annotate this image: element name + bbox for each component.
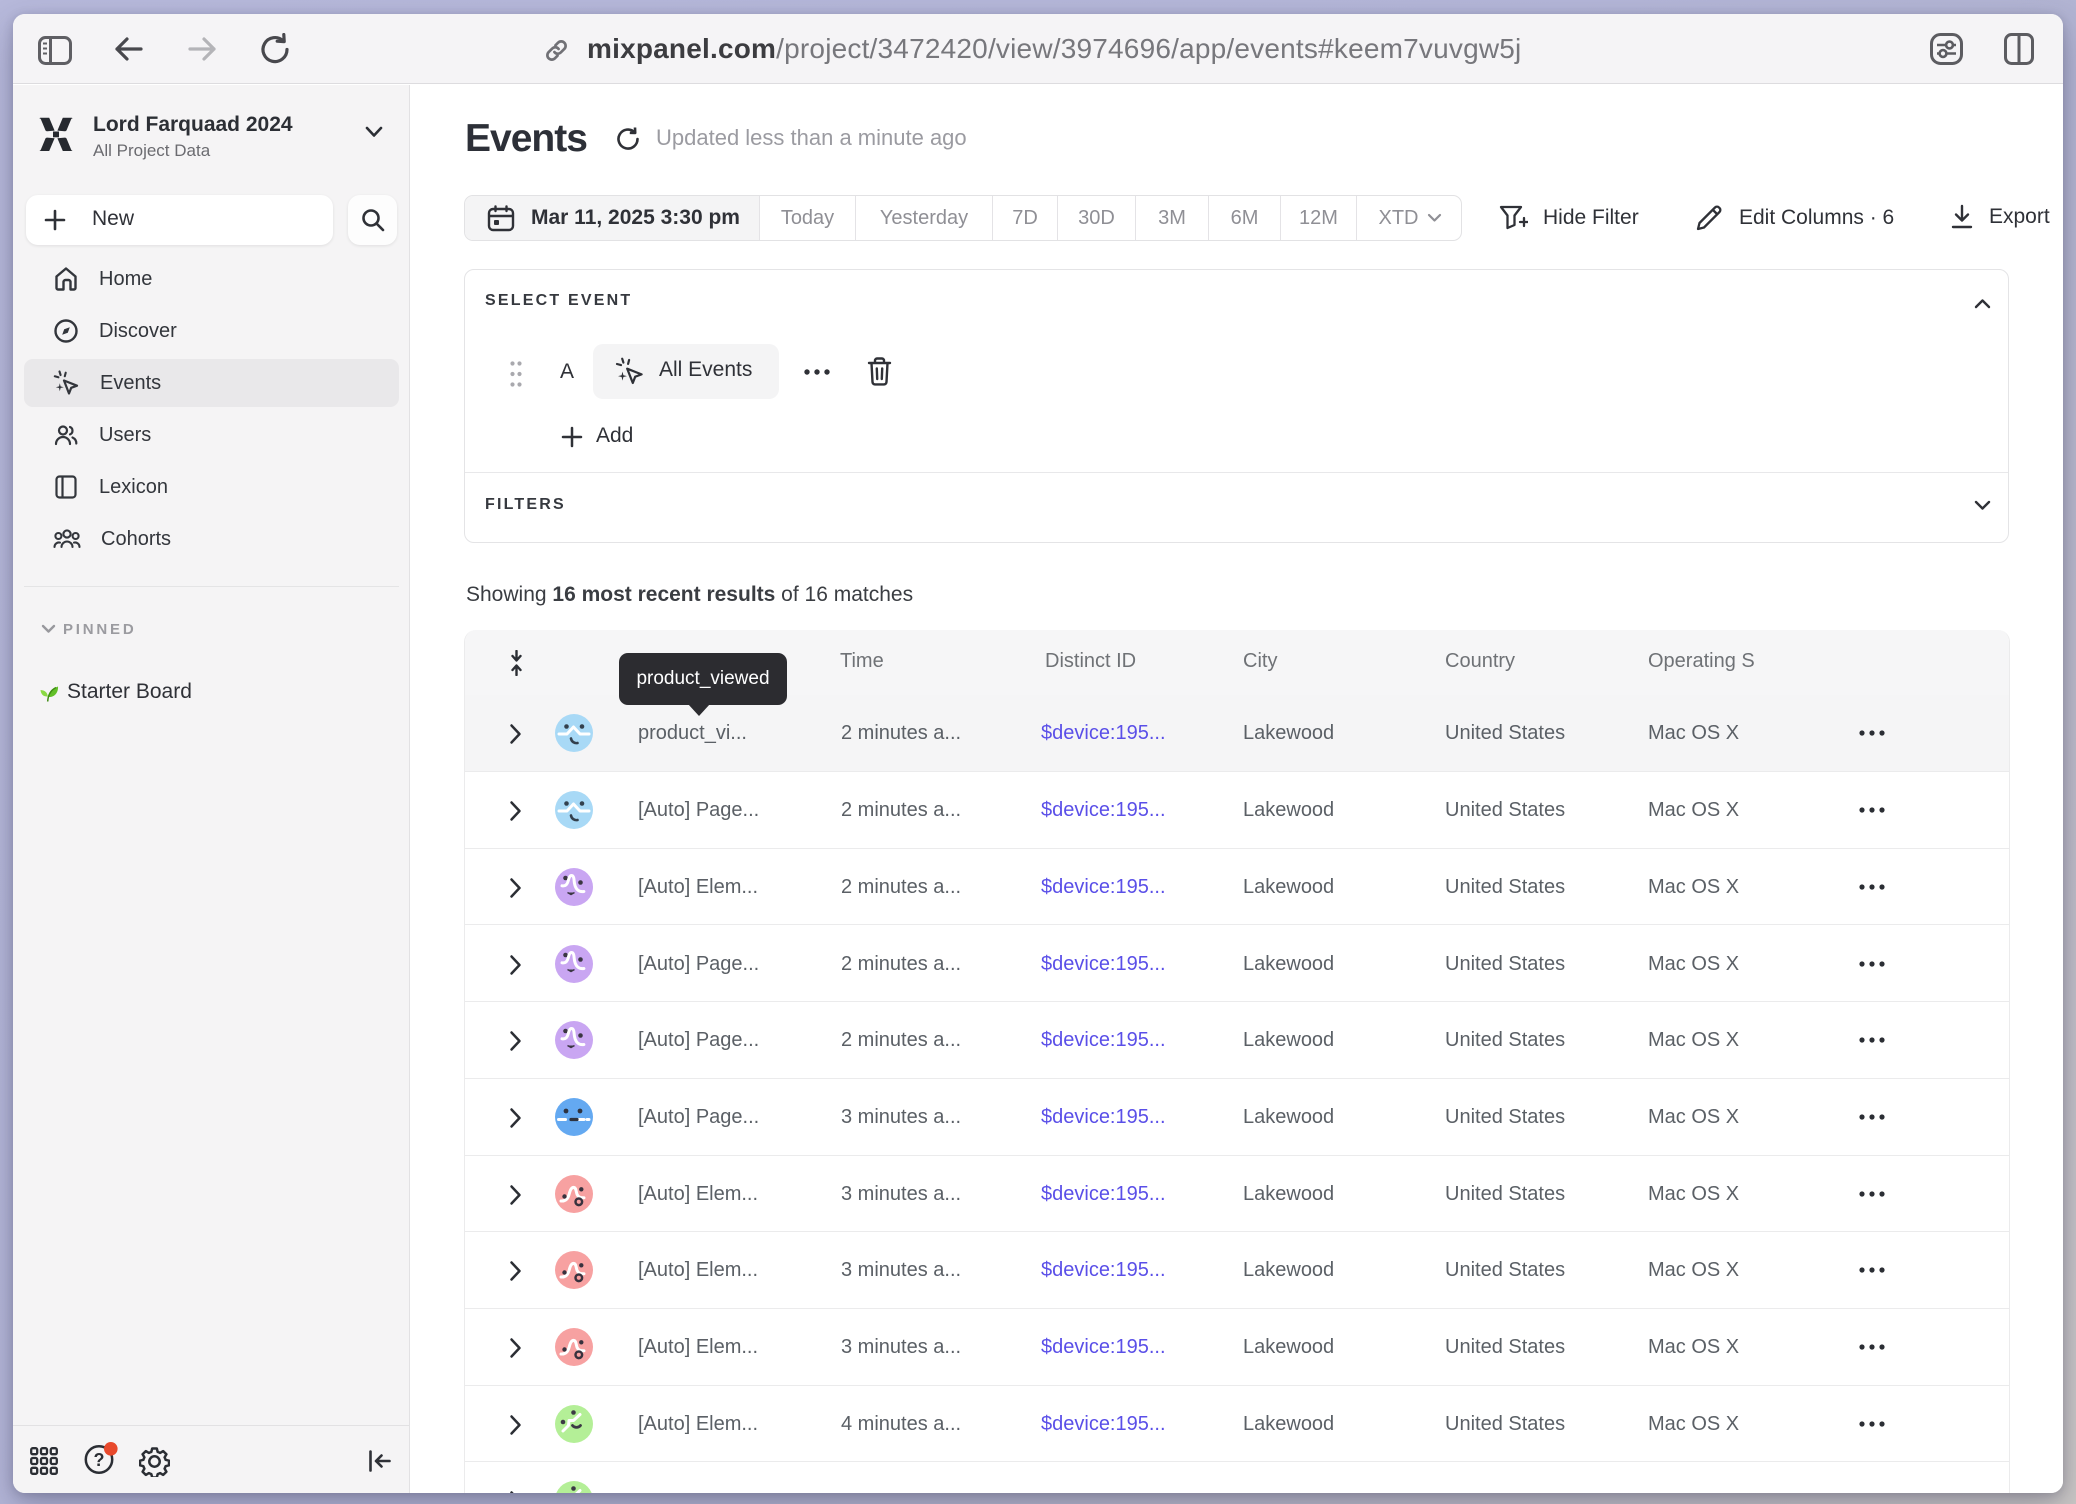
svg-text:?: ? <box>94 1450 105 1470</box>
